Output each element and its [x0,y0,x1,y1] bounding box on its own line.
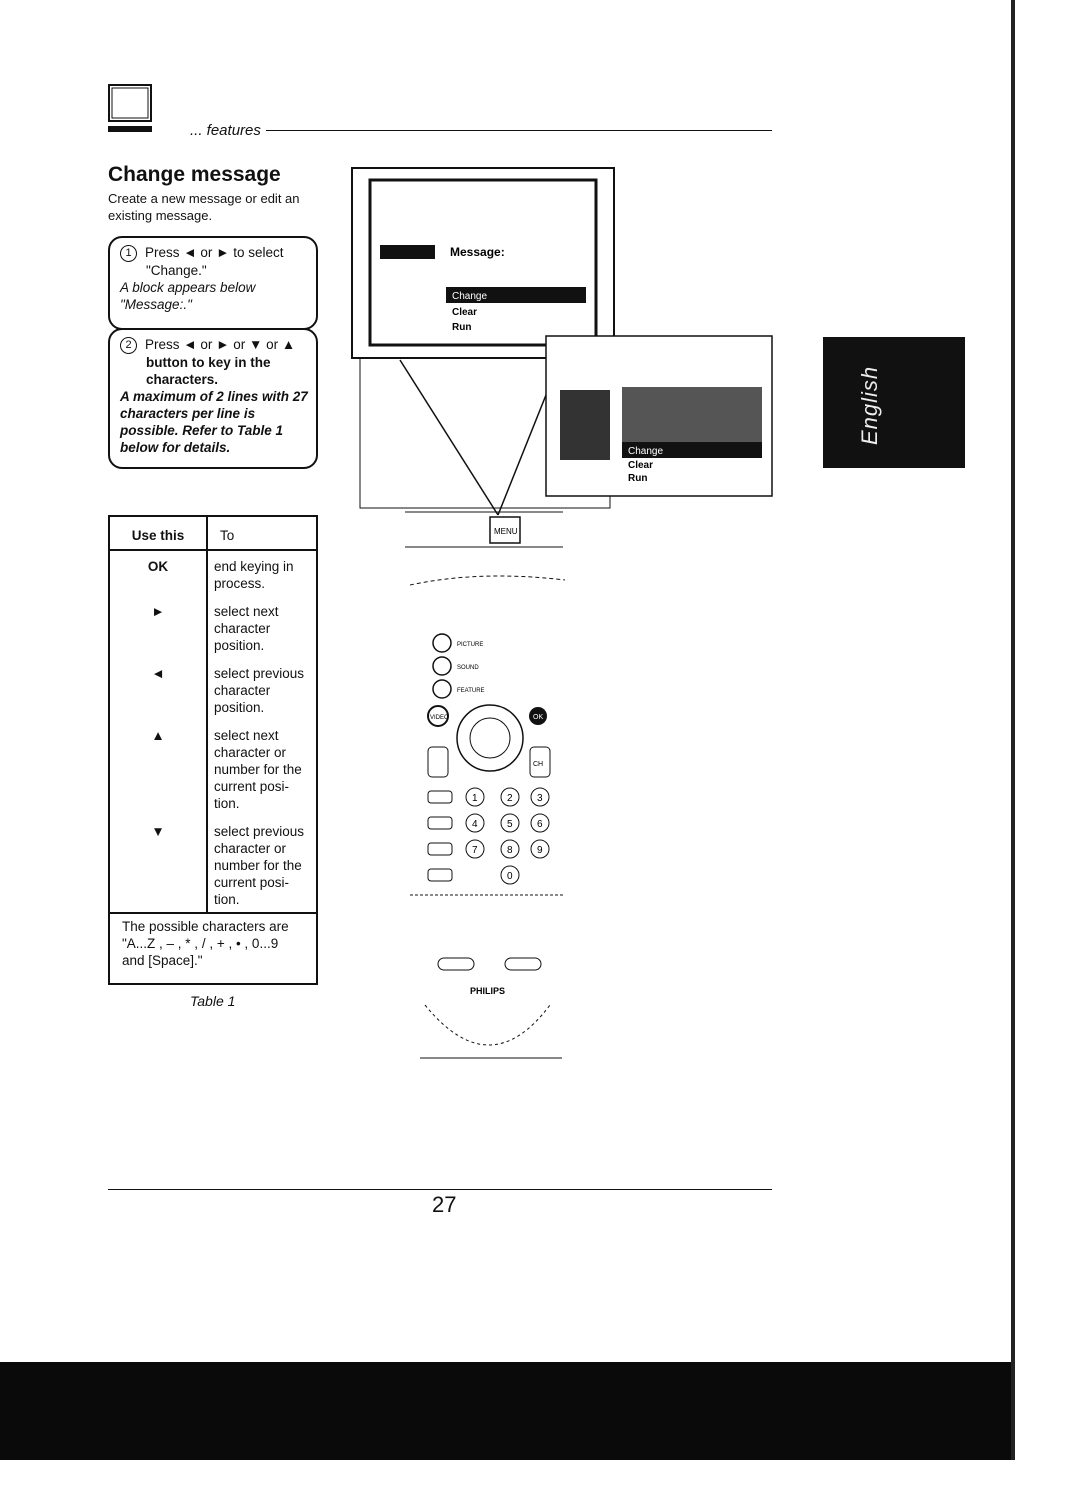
brand-logo: PHILIPS [470,986,505,996]
desc-cell: select next character position. [206,596,318,658]
tv-remote-illustration: Message: Change Clear Run Change Clear R… [351,167,773,1059]
scan-edge-bar [0,1362,1015,1460]
svg-text:7: 7 [472,845,478,856]
table-row: ► select next character position. [108,596,318,658]
key-cell: ▼ [108,816,208,913]
manual-page: ... features Change message Create a new… [0,0,1080,1511]
page-title: Change message [108,163,281,186]
tv-icon [108,84,152,132]
svg-text:SOUND: SOUND [457,665,479,671]
svg-text:3: 3 [537,793,543,804]
table-row: ◄ select previous character position. [108,658,318,720]
key-cell: ► [108,596,208,658]
col-header: To [206,515,318,551]
table-row: ▲ select next character or number for the… [108,720,318,816]
svg-text:2: 2 [507,793,513,804]
step-note: A maximum of 2 lines with 27 characters … [120,388,308,455]
ok-button: OK [533,714,543,721]
footer-rule [108,1189,772,1190]
step-text: "Change." [146,262,207,278]
language-label: English [857,365,882,445]
zoom-item-change: Change [628,446,663,457]
table-row: ▼ select previous character or number for… [108,816,318,913]
svg-text:8: 8 [507,845,513,856]
desc-cell: end keying in process. [206,550,318,596]
col-header: Use this [108,515,208,551]
svg-text:1: 1 [472,793,478,804]
desc-cell: select previous character or number for … [206,816,318,913]
function-buttons: PICTURE SOUND FEATURE [432,633,485,699]
key-cell: OK [108,550,208,596]
step-text: Press ◄ or ► or ▼ or ▲ [145,337,296,352]
step-2: 2 Press ◄ or ► or ▼ or ▲ button to key in… [108,328,318,469]
screen-item-clear: Clear [452,307,477,318]
header-rule [266,130,772,131]
screen-menu-title: Message: [450,245,505,259]
step-note: A block appears below "Message:." [120,279,256,312]
video-button: VIDEO [430,715,449,721]
screen-item-change: Change [452,291,487,302]
step-1: 1 Press ◄ or ► to select "Change." A bloc… [108,236,318,330]
step-number: 2 [120,336,137,354]
desc-cell: select next character or number for the … [206,720,318,816]
svg-text:4: 4 [472,819,478,830]
intro-text: Create a new message or edit an existing… [108,191,300,223]
key-cell: ▲ [108,720,208,816]
step-text: button to key in the characters. [146,354,271,387]
table-row: OK end keying in process. [108,550,318,596]
desc-cell: select previous character position. [206,658,318,720]
svg-text:FEATURE: FEATURE [457,688,485,694]
table-caption: Table 1 [190,993,236,1009]
table-footer: The possible characters are "A...Z , – ,… [108,912,318,985]
key-table: Use this To OK end keying in process. ► sel… [108,515,318,985]
step-text: Press ◄ or ► to select [145,245,284,260]
svg-text:6: 6 [537,819,543,830]
digit-buttons: 1 2 3 4 5 6 7 8 9 0 [465,787,550,885]
svg-text:9: 9 [537,845,543,856]
scan-edge-line [1011,0,1015,1460]
zoom-item-run: Run [628,473,647,484]
step-number: 1 [120,244,137,262]
svg-text:5: 5 [507,819,513,830]
language-tab: English [823,337,965,468]
svg-text:CH: CH [533,761,543,768]
svg-text:PICTURE: PICTURE [457,642,483,648]
menu-button: MENU [494,527,518,536]
screen-item-run: Run [452,322,471,333]
svg-text:0: 0 [507,871,513,882]
page-number: 27 [432,1192,457,1217]
section-label: ... features [190,122,261,139]
key-cell: ◄ [108,658,208,720]
zoom-item-clear: Clear [628,460,653,471]
